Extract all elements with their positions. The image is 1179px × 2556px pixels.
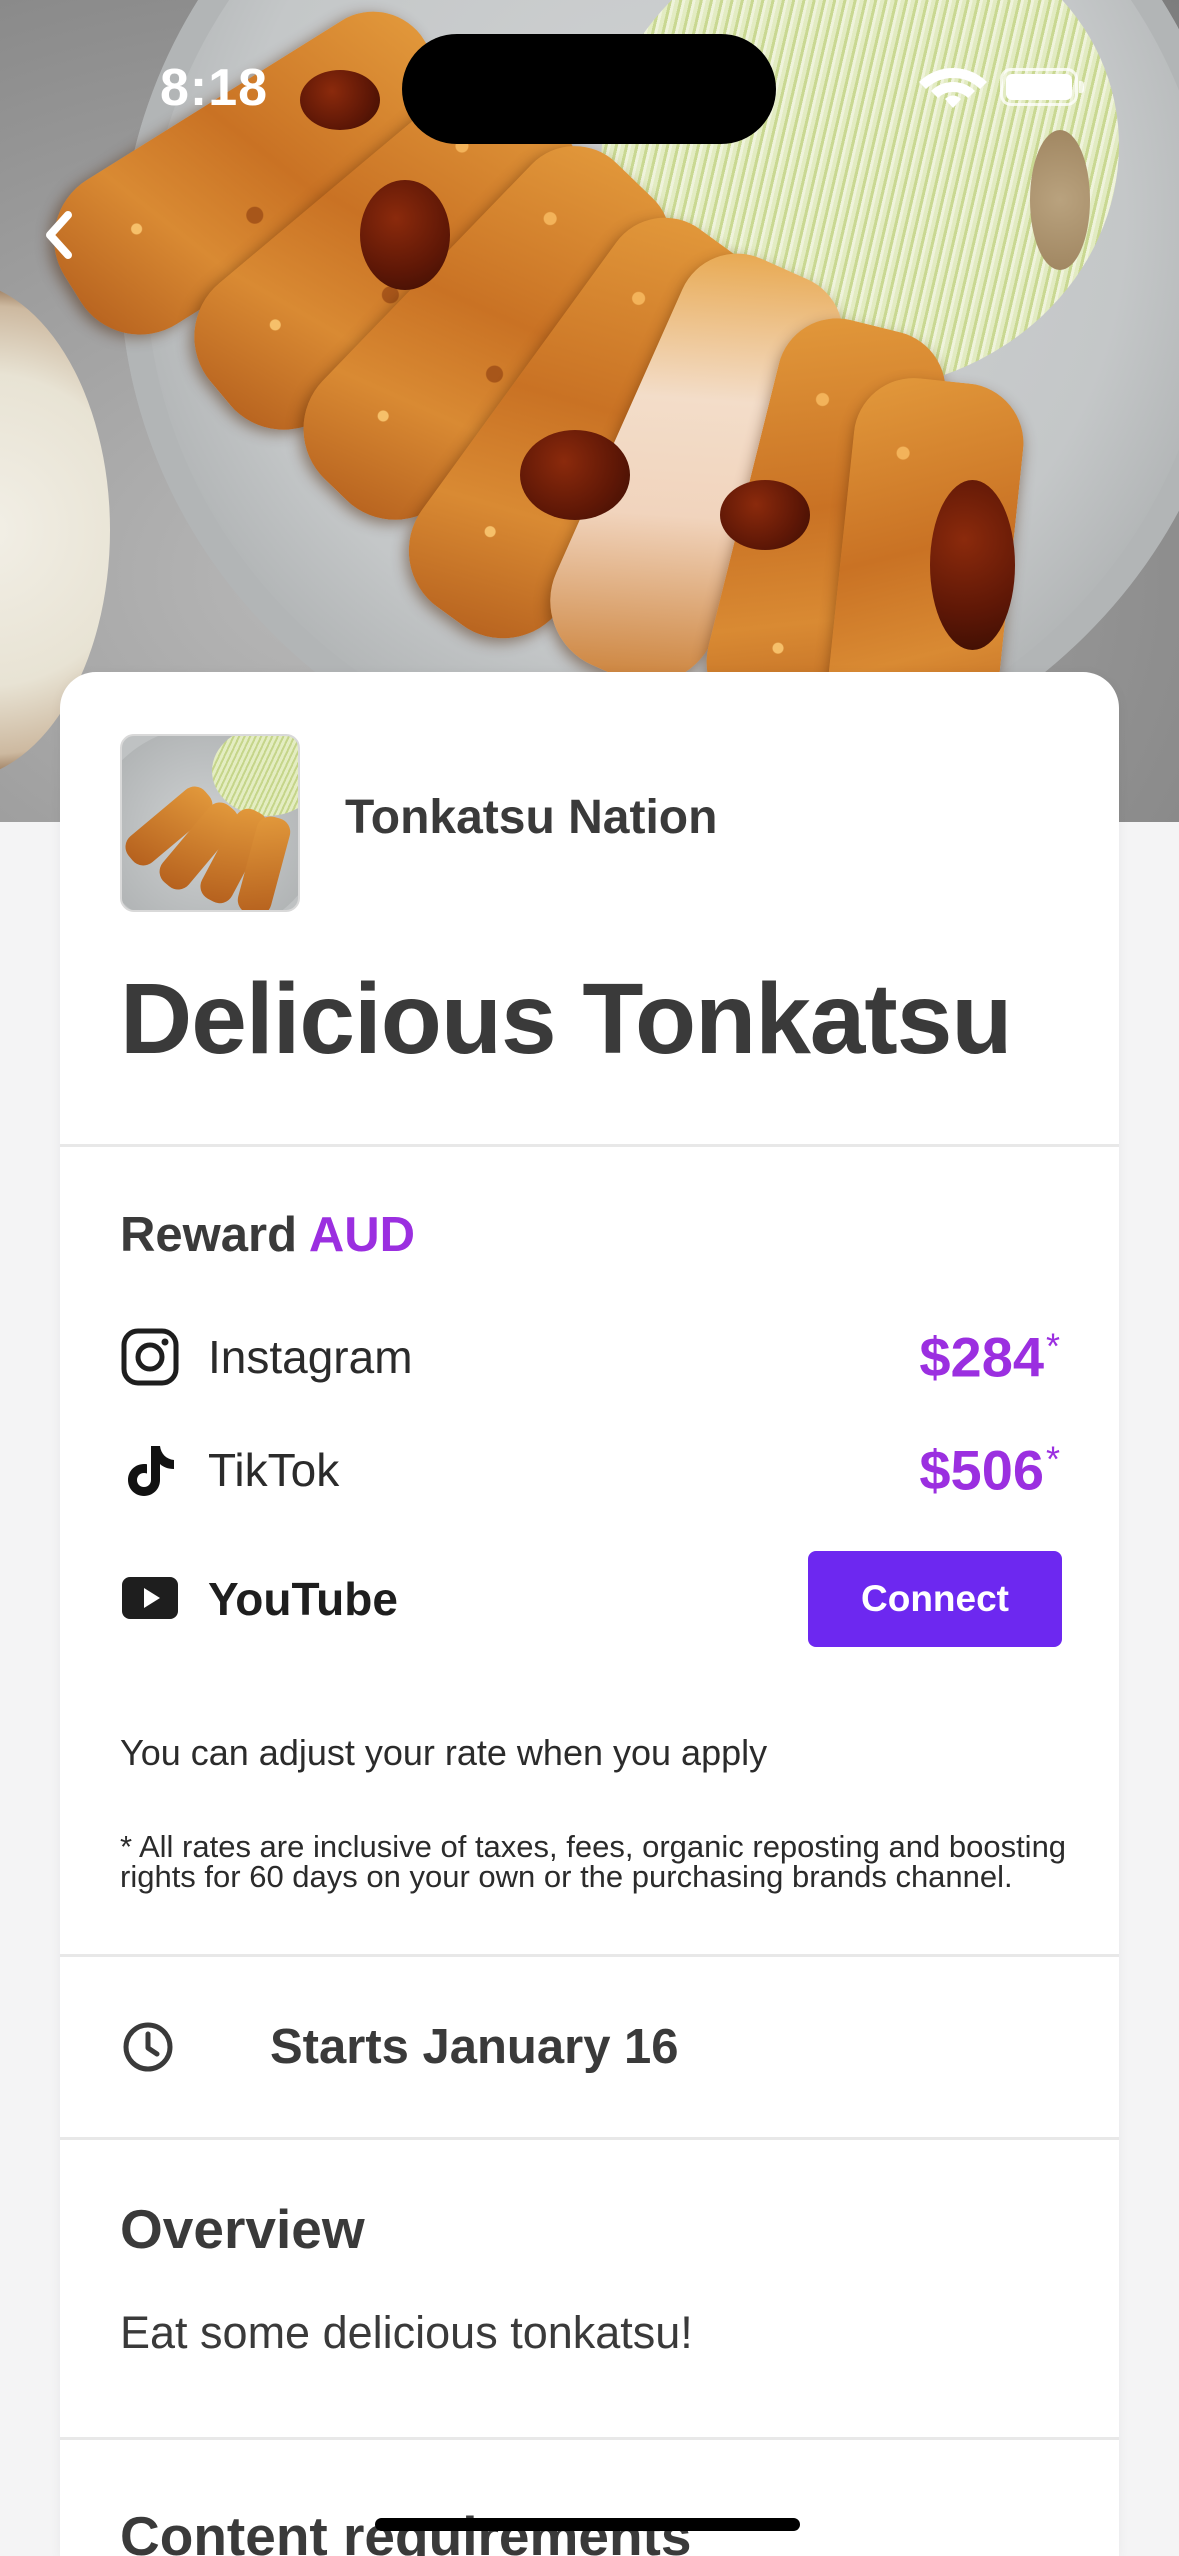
divider: [60, 2137, 1119, 2140]
platform-row-tiktok: TikTok $506*: [120, 1430, 1060, 1510]
platform-label: YouTube: [208, 1573, 398, 1625]
brand-name[interactable]: Tonkatsu Nation: [345, 790, 717, 845]
platform-label: TikTok: [208, 1444, 340, 1496]
home-indicator[interactable]: [375, 2518, 800, 2531]
start-date-row: Starts January 16: [120, 2007, 1020, 2087]
reward-heading-label: Reward: [120, 1208, 298, 1262]
dynamic-island: [402, 34, 776, 144]
clock-icon: [123, 2022, 173, 2072]
battery-icon: [1000, 68, 1084, 106]
brand-logo[interactable]: [120, 734, 300, 912]
youtube-icon: [122, 1577, 178, 1619]
overview-text: Eat some delicious tonkatsu!: [120, 2307, 693, 2358]
rates-disclaimer: * All rates are inclusive of taxes, fees…: [120, 1829, 1067, 1894]
reward-currency: AUD: [308, 1208, 415, 1262]
platform-row-youtube: YouTube Connect: [120, 1551, 1062, 1647]
adjust-rate-note: You can adjust your rate when you apply: [120, 1732, 768, 1773]
instagram-icon: [121, 1328, 179, 1386]
start-date: Starts January 16: [270, 2020, 679, 2074]
platform-label: Instagram: [208, 1331, 413, 1383]
chevron-left-icon: [46, 211, 72, 259]
divider: [60, 2437, 1119, 2440]
connect-youtube-button[interactable]: Connect: [808, 1551, 1062, 1647]
back-button[interactable]: [28, 200, 88, 270]
tiktok-icon: [128, 1446, 174, 1496]
overview-heading: Overview: [120, 2198, 365, 2260]
campaign-card: Tonkatsu Nation Delicious Tonkatsu Rewar…: [60, 672, 1119, 2556]
divider: [60, 1954, 1119, 1957]
wifi-icon: [919, 68, 987, 108]
platform-rate: $506*: [919, 1438, 1060, 1502]
campaign-title: Delicious Tonkatsu: [120, 963, 1012, 1075]
status-time: 8:18: [160, 59, 269, 117]
platform-row-instagram: Instagram $284*: [120, 1317, 1060, 1397]
reward-heading: Reward AUD: [120, 1207, 415, 1263]
divider: [60, 1144, 1119, 1147]
platform-rate: $284*: [919, 1325, 1060, 1389]
